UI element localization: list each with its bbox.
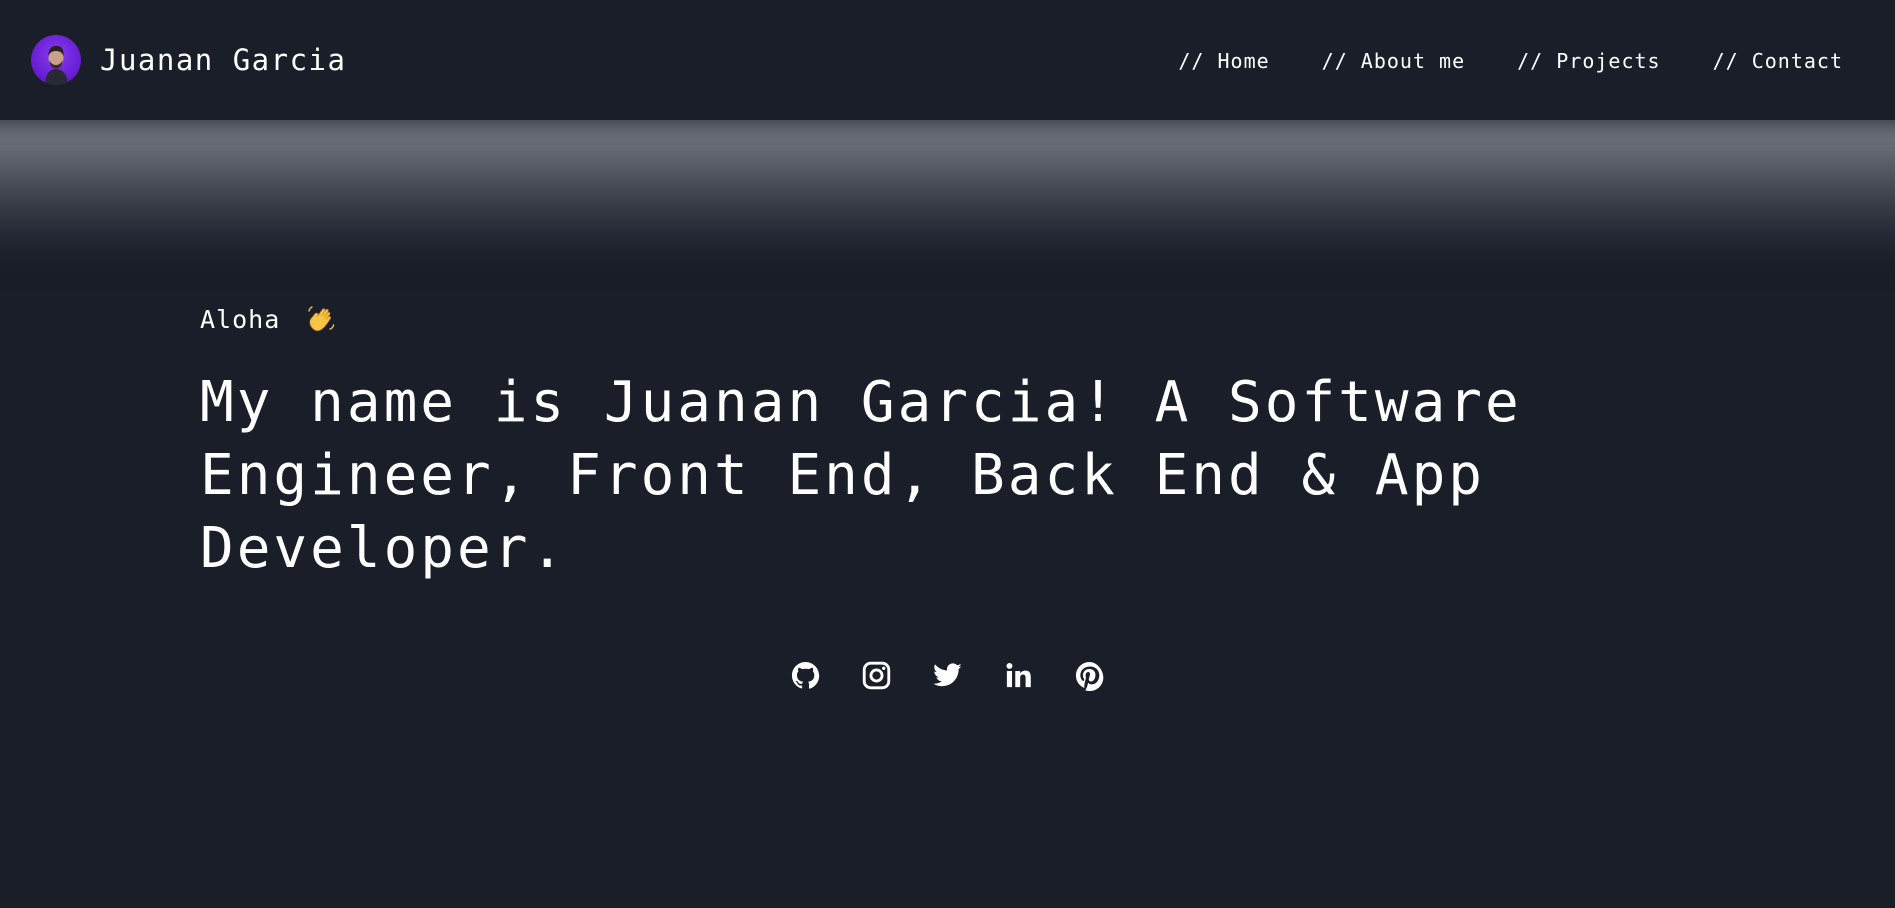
greeting-text: Aloha (200, 305, 281, 334)
waving-hand-icon (306, 303, 336, 333)
instagram-link[interactable] (861, 660, 892, 691)
twitter-icon (933, 663, 962, 687)
main-nav: // Home // About me // Projects // Conta… (1178, 48, 1843, 74)
linkedin-icon (1006, 662, 1031, 688)
brand-name[interactable]: Juanan Garcia (100, 42, 346, 78)
instagram-icon (862, 661, 891, 690)
pinterest-link[interactable] (1074, 660, 1105, 691)
hero-section: Aloha My name is Juanan Garcia! A Softwa… (200, 300, 1530, 623)
nav-link-contact[interactable]: // Contact (1713, 48, 1843, 74)
nav-link-home[interactable]: // Home (1178, 48, 1269, 74)
hero-headline: My name is Juanan Garcia! A Software Eng… (200, 370, 1522, 581)
greeting: Aloha (200, 300, 1530, 340)
linkedin-link[interactable] (1003, 660, 1034, 691)
nav-link-about-me[interactable]: // About me (1322, 48, 1465, 74)
github-link[interactable] (790, 660, 821, 691)
pinterest-icon (1075, 661, 1104, 691)
avatar[interactable] (31, 35, 81, 85)
header-shadow-glow (0, 120, 1895, 260)
social-links (790, 660, 1105, 691)
github-icon (791, 661, 820, 689)
twitter-link[interactable] (932, 660, 963, 691)
nav-link-projects[interactable]: // Projects (1517, 48, 1660, 74)
site-header: Juanan Garcia // Home // About me // Pro… (0, 0, 1895, 120)
avatar-portrait-icon (45, 45, 68, 85)
